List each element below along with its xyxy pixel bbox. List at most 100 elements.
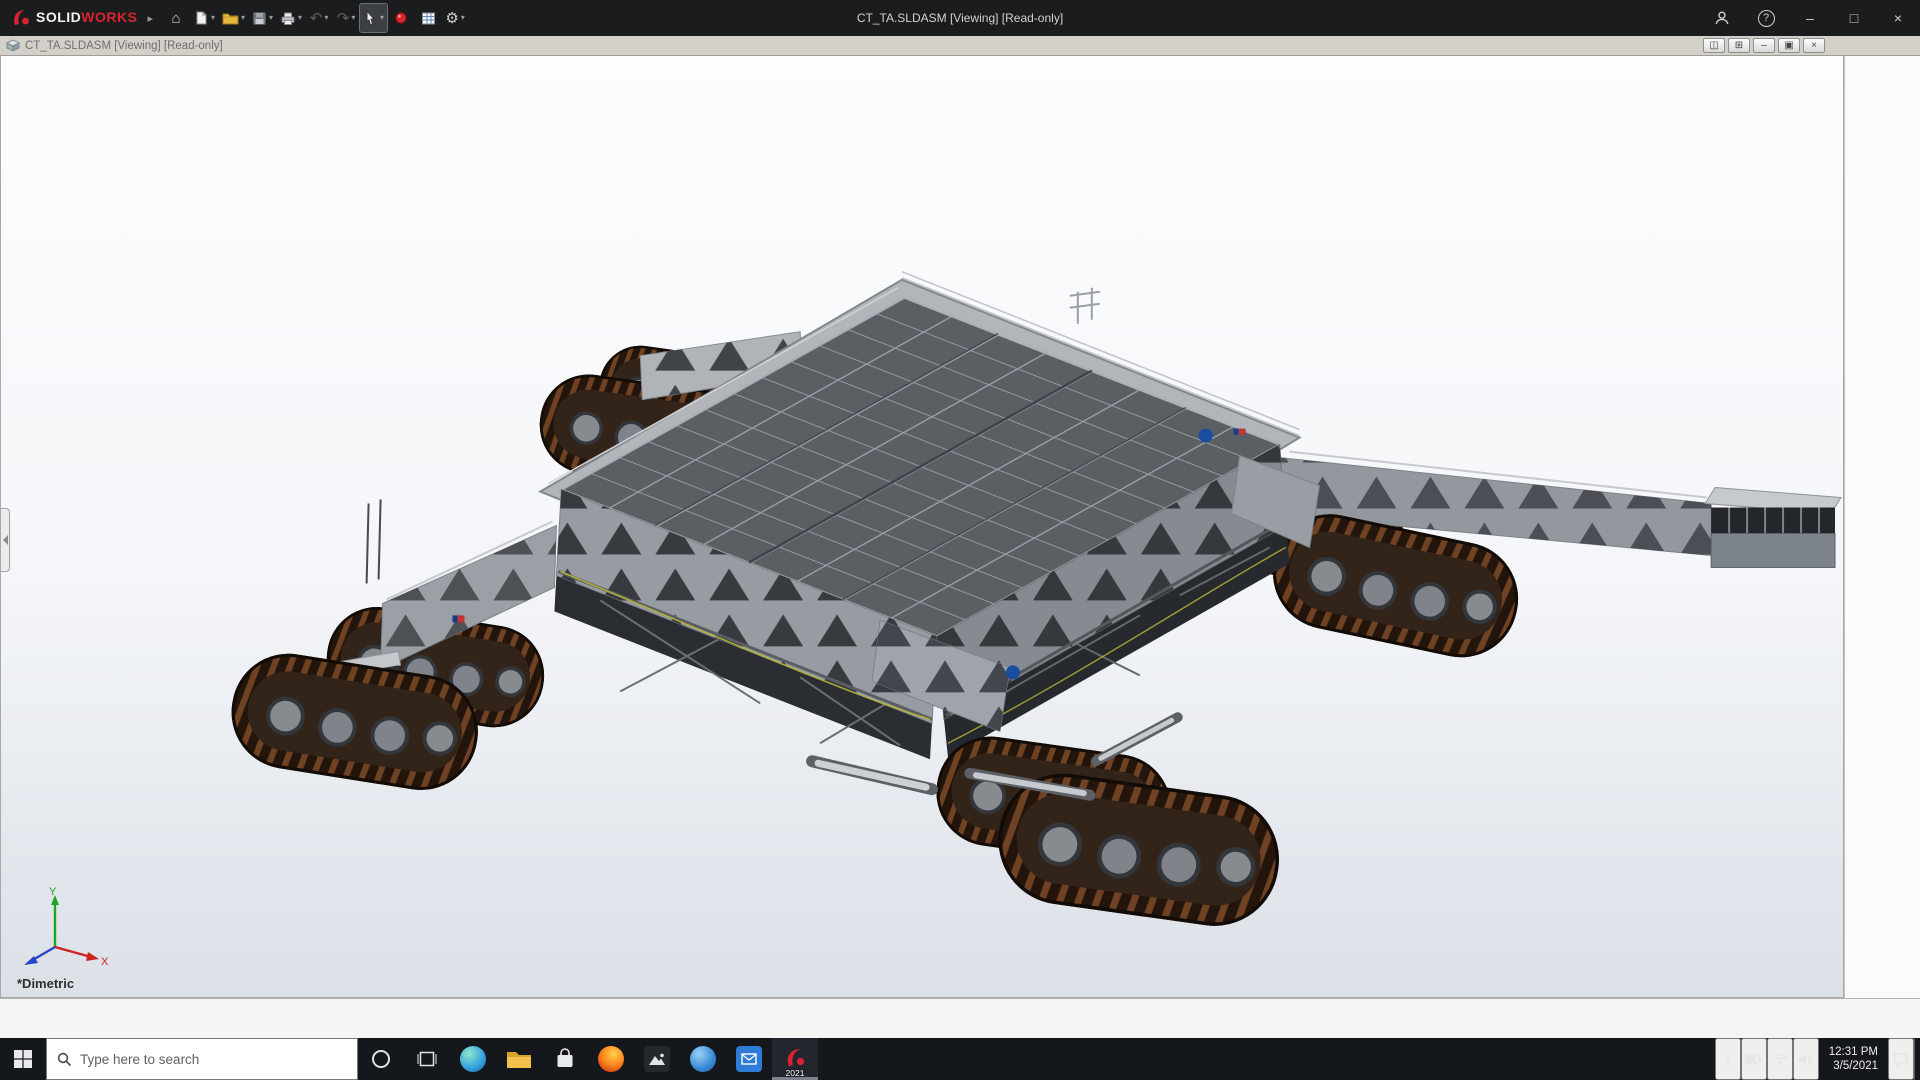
edge-beta-button[interactable] (680, 1038, 726, 1080)
document-window-controls: ◫ ⊞ – ▣ × (1703, 38, 1825, 53)
close-button[interactable]: × (1876, 0, 1920, 36)
red-dot-icon (394, 11, 408, 25)
solidworks-version-badge: 2021 (786, 1068, 805, 1078)
dropdown-caret: ▾ (269, 14, 273, 22)
evaluate-button[interactable] (415, 4, 441, 32)
doc-minimize-button[interactable]: – (1753, 38, 1775, 53)
cortana-button[interactable] (358, 1038, 404, 1080)
hidden-icons-button[interactable]: ∧ (1715, 1038, 1741, 1080)
model-track-front-right[interactable] (931, 731, 1285, 932)
red-dot-button[interactable] (388, 4, 414, 32)
spreadsheet-icon (421, 11, 436, 26)
mail-icon (736, 1046, 762, 1072)
document-titlebar: CT_TA.SLDASM [Viewing] [Read-only] ◫ ⊞ –… (0, 36, 1920, 56)
edge-button[interactable] (450, 1038, 496, 1080)
options-button[interactable]: ⚙▾ (442, 4, 468, 32)
orientation-triad: Y X (15, 885, 111, 969)
account-button[interactable] (1700, 0, 1744, 36)
dropdown-caret: ▾ (211, 14, 215, 22)
redo-button[interactable]: ↷▾ (333, 4, 359, 32)
doc-minimize-icon: – (1761, 41, 1767, 51)
brand-solid-text: SOLID (36, 9, 81, 25)
search-icon (57, 1052, 72, 1067)
redo-icon: ↷ (337, 11, 350, 26)
triad-x-label: X (101, 956, 109, 968)
taskbar-search-box[interactable] (46, 1038, 358, 1080)
action-center-button[interactable] (1888, 1038, 1914, 1080)
graphics-viewport[interactable]: Y X *Dimetric (0, 56, 1844, 998)
home-icon: ⌂ (171, 11, 180, 26)
start-button[interactable] (0, 1038, 46, 1080)
solidworks-taskbar-button[interactable]: 2021 (772, 1038, 818, 1080)
firefox-icon (598, 1046, 624, 1072)
dropdown-caret: ▾ (298, 14, 302, 22)
undo-button[interactable]: ↶▾ (306, 4, 332, 32)
help-button[interactable]: ? (1744, 0, 1788, 36)
work-area: Y X *Dimetric (0, 56, 1920, 998)
taskbar-clock[interactable]: 12:31 PM 3/5/2021 (1819, 1038, 1888, 1080)
select-tool-button[interactable]: ▾ (360, 4, 387, 32)
maximize-button[interactable]: □ (1832, 0, 1876, 36)
file-explorer-button[interactable] (496, 1038, 542, 1080)
doc-restore-button[interactable]: ▣ (1778, 38, 1800, 53)
task-view-button[interactable] (404, 1038, 450, 1080)
mail-button[interactable] (726, 1038, 772, 1080)
windows-logo-icon (14, 1050, 32, 1068)
model-right-cab[interactable] (1705, 488, 1841, 568)
undo-icon: ↶ (310, 11, 323, 26)
save-icon (252, 11, 267, 26)
print-icon (280, 11, 296, 26)
wifi-icon (1772, 1053, 1788, 1065)
search-input[interactable] (80, 1052, 320, 1067)
task-pane-collapsed[interactable] (1844, 56, 1920, 998)
show-desktop-button[interactable] (1914, 1038, 1920, 1080)
battery-button[interactable] (1741, 1038, 1767, 1080)
new-document-icon (193, 10, 209, 26)
volume-button[interactable] (1793, 1038, 1819, 1080)
print-button[interactable]: ▾ (277, 4, 305, 32)
new-document-button[interactable]: ▾ (190, 4, 218, 32)
app-titlebar: SOLIDWORKS ▸ ⌂ ▾ ▾ ▾ ▾ (0, 0, 1920, 36)
dropdown-caret: ▾ (324, 14, 328, 22)
doc-close-button[interactable]: × (1803, 38, 1825, 53)
tile-icon: ◫ (1709, 41, 1718, 51)
crawler-transporter-model[interactable] (1, 56, 1843, 997)
dropdown-caret: ▾ (461, 14, 465, 22)
gear-icon: ⚙ (445, 11, 458, 26)
select-cursor-icon (363, 10, 378, 26)
clock-time: 12:31 PM (1829, 1045, 1878, 1059)
toolbar-expand-arrow[interactable]: ▸ (147, 12, 153, 25)
titlebar-controls: ? – □ × (1700, 0, 1920, 36)
dropdown-caret: ▾ (241, 14, 245, 22)
file-explorer-icon (506, 1048, 532, 1070)
help-icon: ? (1758, 10, 1775, 27)
store-button[interactable] (542, 1038, 588, 1080)
photos-button[interactable] (634, 1038, 680, 1080)
titlebar-left: SOLIDWORKS ▸ ⌂ ▾ ▾ ▾ ▾ (0, 4, 468, 32)
chevron-up-icon: ∧ (1724, 1053, 1732, 1066)
document-title-group: CT_TA.SLDASM [Viewing] [Read-only] (6, 39, 223, 52)
open-folder-icon (222, 11, 239, 26)
save-button[interactable]: ▾ (249, 4, 276, 32)
doc-restore-icon: ▣ (1784, 41, 1793, 51)
home-button[interactable]: ⌂ (163, 4, 189, 32)
user-account-icon (1713, 9, 1731, 27)
panel-splitter-handle[interactable] (1, 508, 10, 572)
doc-split-button[interactable]: ⊞ (1728, 38, 1750, 53)
open-button[interactable]: ▾ (219, 4, 248, 32)
solidworks-logo: SOLIDWORKS (10, 8, 137, 28)
view-orientation-label: *Dimetric (17, 976, 74, 991)
windows-taskbar: 2021 ∧ (0, 1038, 1920, 1080)
system-tray: ∧ 12:31 PM (1715, 1038, 1920, 1080)
solidworks-window: SOLIDWORKS ▸ ⌂ ▾ ▾ ▾ ▾ (0, 0, 1920, 1080)
minimize-icon: – (1806, 10, 1814, 26)
doc-tile-button[interactable]: ◫ (1703, 38, 1725, 53)
photos-icon (644, 1046, 670, 1072)
network-button[interactable] (1767, 1038, 1793, 1080)
firefox-button[interactable] (588, 1038, 634, 1080)
edge-icon (460, 1046, 486, 1072)
edge-beta-icon (690, 1046, 716, 1072)
minimize-button[interactable]: – (1788, 0, 1832, 36)
task-view-icon (417, 1050, 437, 1068)
action-center-icon (1893, 1052, 1909, 1067)
